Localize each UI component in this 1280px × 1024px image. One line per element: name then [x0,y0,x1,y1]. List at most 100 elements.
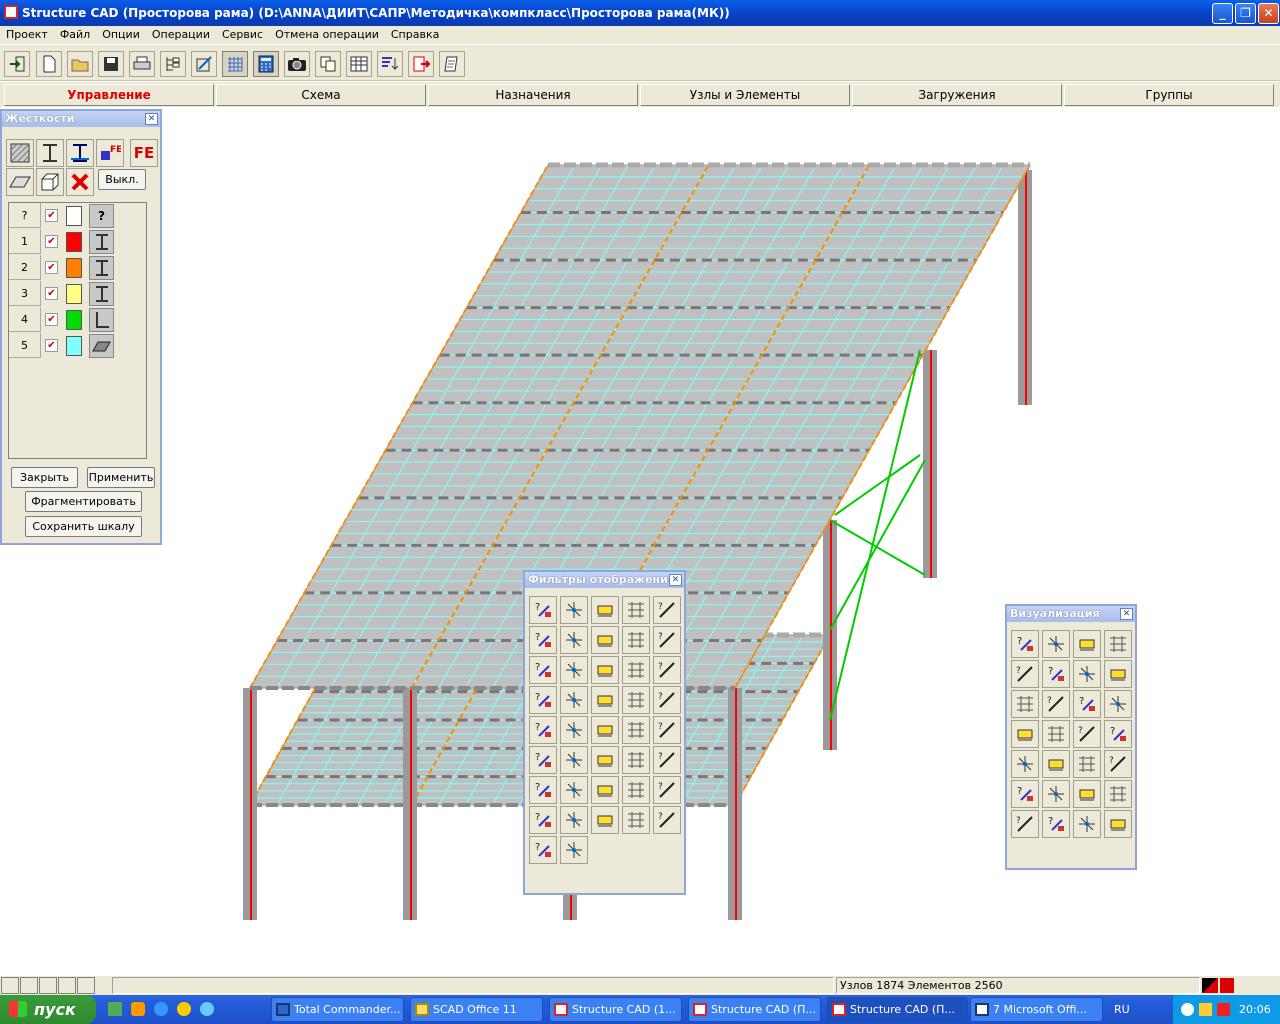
tray-network-icon[interactable] [1199,1003,1212,1016]
visual-button-23[interactable] [1073,780,1101,808]
visual-button-28[interactable] [1104,810,1132,838]
filter-button-35[interactable]: ? [653,776,681,804]
filter-button-32[interactable] [560,776,588,804]
filter-button-40[interactable]: ? [653,806,681,834]
stiffness-solid-button[interactable] [36,168,64,196]
stiffness-row[interactable]: ? ✔ ? [9,203,146,229]
filter-button-9[interactable] [622,626,650,654]
maximize-button[interactable]: ❐ [1235,3,1256,24]
filter-button-1[interactable]: ? [529,596,557,624]
filter-button-30[interactable]: ? [653,746,681,774]
stiffness-row[interactable]: 3 ✔ [9,281,146,307]
view-mode-1-button[interactable] [1,977,19,994]
visual-button-19[interactable] [1073,750,1101,778]
visual-button-13[interactable] [1011,720,1039,748]
filter-button-4[interactable] [622,596,650,624]
save-button[interactable] [98,51,124,77]
taskbar-item[interactable]: Total Commander... [271,997,404,1022]
save-scale-button[interactable]: Сохранить шкалу [25,516,142,537]
filter-button-31[interactable]: ? [529,776,557,804]
filter-button-42[interactable] [560,836,588,864]
stiffness-row-color[interactable] [66,284,82,304]
filter-button-23[interactable] [591,716,619,744]
start-button[interactable]: пуск [0,995,96,1024]
calculator-button[interactable] [253,51,279,77]
tab-loads[interactable]: Загружения [852,84,1062,106]
filter-button-10[interactable]: ? [653,626,681,654]
stiffness-row-checkbox[interactable]: ✔ [45,235,58,248]
tab-nodes-elements[interactable]: Узлы и Элементы [640,84,850,106]
quicklaunch-browser-icon[interactable] [200,1002,214,1016]
open-button[interactable] [67,51,93,77]
filter-button-33[interactable] [591,776,619,804]
close-stiffness-button[interactable]: Закрыть [11,467,78,488]
filter-button-39[interactable] [622,806,650,834]
taskbar-item[interactable]: 7 Microsoft Offi... [970,997,1103,1022]
stiffness-row[interactable]: 2 ✔ [9,255,146,281]
filter-button-21[interactable]: ? [529,716,557,744]
snapshot-button[interactable] [284,51,310,77]
menu-file[interactable]: Файл [54,26,96,41]
filter-button-7[interactable] [560,626,588,654]
stiffness-row-color[interactable] [66,310,82,330]
table-button[interactable] [346,51,372,77]
filter-button-38[interactable] [591,806,619,834]
filter-button-18[interactable] [591,686,619,714]
mesh-button[interactable] [222,51,248,77]
copy-scheme-button[interactable] [315,51,341,77]
stiffness-row[interactable]: 1 ✔ [9,229,146,255]
print-button[interactable] [129,51,155,77]
media-player-icon[interactable] [177,1002,191,1016]
filter-button-24[interactable] [622,716,650,744]
sort-button[interactable] [377,51,403,77]
menu-help[interactable]: Справка [385,26,445,41]
filter-button-11[interactable]: ? [529,656,557,684]
stiffness-off-button[interactable]: Выкл. [98,169,146,190]
filter-button-3[interactable] [591,596,619,624]
filter-button-2[interactable] [560,596,588,624]
tab-scheme[interactable]: Схема [216,84,426,106]
filter-button-27[interactable] [560,746,588,774]
filter-button-37[interactable] [560,806,588,834]
stiffness-row-checkbox[interactable]: ✔ [45,209,58,222]
visual-button-21[interactable]: ? [1011,780,1039,808]
stiffness-row-checkbox[interactable]: ✔ [45,261,58,274]
stiffness-row-checkbox[interactable]: ✔ [45,313,58,326]
language-indicator[interactable]: RU [1114,995,1130,1024]
quicklaunch-app-icon[interactable] [131,1002,145,1016]
visual-button-17[interactable] [1011,750,1039,778]
stiffness-row-color[interactable] [66,336,82,356]
taskbar-item[interactable]: SCAD Office 11 [410,997,543,1022]
ie-icon[interactable] [154,1002,168,1016]
stiffness-section-button[interactable] [6,139,34,167]
visual-button-24[interactable] [1104,780,1132,808]
menu-undo[interactable]: Отмена операции [269,26,385,41]
visualization-close[interactable]: ✕ [1120,608,1133,620]
menu-operations[interactable]: Операции [146,26,216,41]
filter-button-41[interactable]: ? [529,836,557,864]
filter-button-17[interactable] [560,686,588,714]
taskbar-item[interactable]: Structure CAD (П... [688,997,821,1022]
filter-button-14[interactable] [622,656,650,684]
filter-button-13[interactable] [591,656,619,684]
tab-groups[interactable]: Группы [1064,84,1274,106]
stiffness-delete-button[interactable] [66,168,94,196]
visual-button-20[interactable]: ? [1104,750,1132,778]
visual-button-8[interactable] [1104,660,1132,688]
stiffness-fe-button[interactable]: FE [96,139,124,167]
view-mode-2-button[interactable] [20,977,38,994]
filter-button-20[interactable]: ? [653,686,681,714]
filter-button-22[interactable] [560,716,588,744]
visual-button-12[interactable] [1104,690,1132,718]
visual-button-1[interactable]: ? [1011,630,1039,658]
visual-button-14[interactable] [1042,720,1070,748]
export-button[interactable] [408,51,434,77]
apply-stiffness-button[interactable]: Применить [87,467,155,488]
filter-button-5[interactable]: ? [653,596,681,624]
filter-button-26[interactable]: ? [529,746,557,774]
menu-service[interactable]: Сервис [216,26,269,41]
taskbar-item-active[interactable]: Structure CAD (П... [827,997,968,1022]
fragment-button[interactable]: Фрагментировать [25,491,142,512]
visual-button-22[interactable] [1042,780,1070,808]
visual-button-26[interactable]: ? [1042,810,1070,838]
